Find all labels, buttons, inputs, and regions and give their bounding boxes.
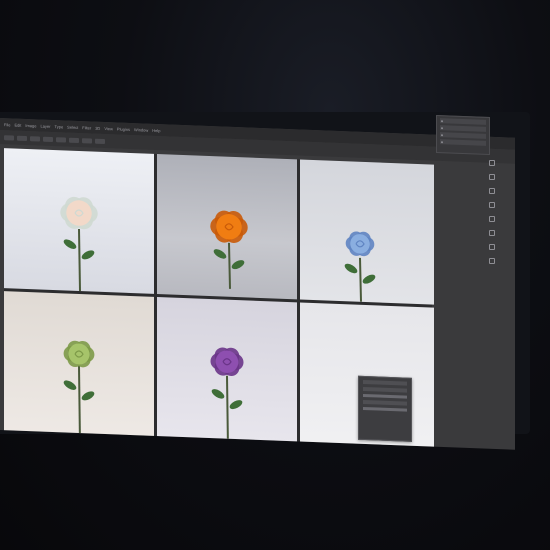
rose-stem [359, 257, 362, 302]
rose-image-orange [210, 210, 248, 289]
photo-scene: File Edit Image Layer Type Select Filter 3D View… [0, 0, 550, 550]
right-toolstrip [488, 160, 496, 270]
option-chip[interactable] [43, 136, 53, 142]
rose-tile-purple[interactable] [157, 297, 297, 450]
menu-item-layer[interactable]: Layer [40, 123, 50, 128]
brush-tool-icon[interactable] [489, 216, 495, 222]
menu-item-plugins[interactable]: Plugins [117, 126, 130, 132]
rose-leaf [63, 239, 77, 249]
rose-tile-blue[interactable] [300, 159, 434, 305]
layer-row[interactable] [440, 118, 486, 125]
rose-stem [226, 375, 229, 450]
rose-leaf [63, 380, 77, 390]
rose-leaf [213, 249, 227, 259]
eraser-tool-icon[interactable] [489, 230, 495, 236]
menu-item-filter[interactable]: Filter [82, 125, 91, 130]
menu-item-help[interactable]: Help [152, 127, 160, 132]
layer-row[interactable] [440, 139, 486, 146]
rose-stem [228, 242, 231, 289]
lasso-tool-icon[interactable] [489, 188, 495, 194]
rose-leaf [81, 391, 95, 401]
rose-leaf [229, 400, 243, 410]
rose-stem [78, 366, 81, 445]
option-chip[interactable] [17, 135, 27, 141]
option-chip[interactable] [95, 138, 105, 144]
option-chip[interactable] [82, 137, 92, 144]
option-chip[interactable] [30, 135, 40, 142]
layer-row[interactable] [440, 132, 486, 139]
menu-item-type[interactable]: Type [55, 124, 64, 129]
panel-slider[interactable] [363, 393, 407, 399]
rose-leaf [211, 389, 225, 399]
layer-row[interactable] [440, 125, 486, 132]
option-chip[interactable] [4, 134, 14, 141]
rose-image-white [60, 196, 98, 292]
rose-stem [78, 229, 81, 292]
option-chip[interactable] [69, 137, 79, 143]
menu-item-file[interactable]: File [4, 122, 10, 127]
option-chip[interactable] [56, 136, 66, 143]
rose-tile-orange[interactable] [157, 154, 297, 300]
menu-item-3d[interactable]: 3D [95, 125, 100, 130]
rose-leaf [344, 263, 358, 274]
layers-panel[interactable] [436, 114, 490, 156]
marquee-tool-icon[interactable] [489, 174, 495, 180]
menu-item-view[interactable]: View [104, 126, 113, 131]
zoom-tool-icon[interactable] [489, 258, 495, 264]
rose-leaf [81, 250, 95, 260]
photoshop-window: File Edit Image Layer Type Select Filter 3D View… [0, 118, 515, 450]
properties-panel[interactable] [358, 375, 412, 442]
rose-tile-white[interactable] [4, 148, 154, 294]
panel-row[interactable] [363, 399, 407, 406]
panel-row[interactable] [363, 379, 407, 386]
visibility-icon[interactable] [441, 133, 443, 136]
menu-item-select[interactable]: Select [67, 124, 78, 129]
rose-tile-green[interactable] [4, 291, 154, 447]
visibility-icon[interactable] [441, 140, 443, 143]
rose-leaf [231, 260, 245, 270]
menu-item-edit[interactable]: Edit [14, 122, 21, 127]
move-tool-icon[interactable] [489, 160, 495, 166]
rose-image-blue [344, 231, 376, 302]
rose-image-purple [210, 347, 244, 450]
rose-leaf [362, 274, 376, 284]
rose-image-green [63, 340, 95, 445]
visibility-icon[interactable] [441, 126, 443, 129]
menu-item-image[interactable]: Image [25, 122, 36, 127]
panel-row[interactable] [363, 386, 407, 393]
panel-slider[interactable] [363, 406, 407, 412]
type-tool-icon[interactable] [489, 244, 495, 250]
visibility-icon[interactable] [441, 119, 443, 122]
crop-tool-icon[interactable] [489, 202, 495, 208]
menu-item-window[interactable]: Window [134, 127, 148, 133]
